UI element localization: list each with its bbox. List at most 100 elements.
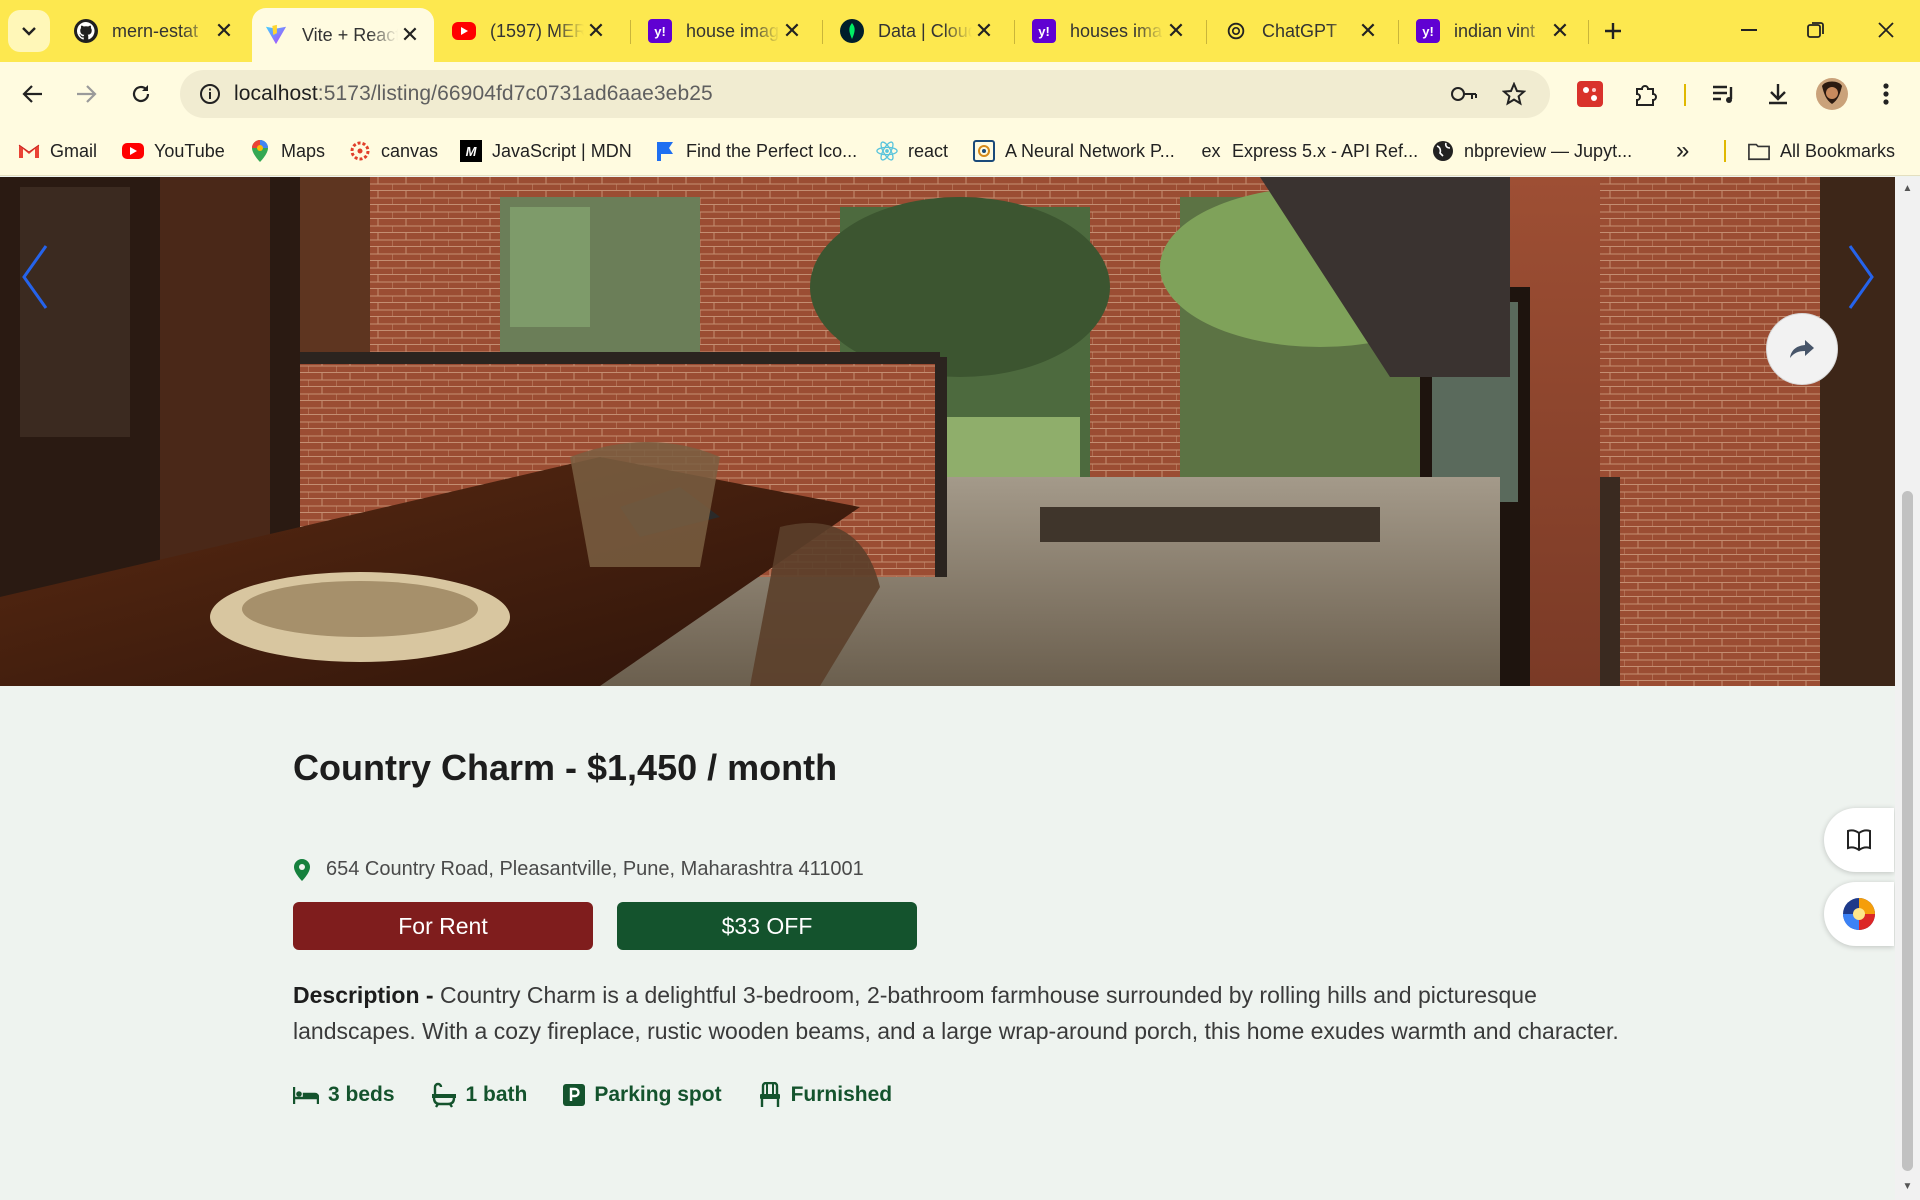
tab-chatgpt[interactable]: ChatGPT ✕ — [1212, 10, 1392, 52]
password-key-icon[interactable] — [1446, 76, 1482, 112]
listing-badges: For Rent $33 OFF — [293, 902, 917, 950]
feature-beds: 3 beds — [293, 1082, 395, 1108]
close-icon[interactable]: ✕ — [972, 18, 996, 43]
bookmarks-overflow-button[interactable]: » — [1676, 136, 1689, 166]
reader-mode-button[interactable] — [1824, 808, 1894, 872]
bookmark-label: nbpreview — Jupyt... — [1464, 140, 1633, 161]
tab-title: Data | Cloud — [878, 20, 972, 41]
tab-title: mern-estat — [112, 20, 199, 41]
bookmark-canvas[interactable]: canvas — [349, 136, 438, 166]
close-icon[interactable]: ✕ — [584, 18, 608, 43]
tab-search-button[interactable] — [8, 10, 50, 52]
close-icon[interactable]: ✕ — [1548, 18, 1572, 43]
kebab-menu-icon[interactable] — [1868, 76, 1904, 112]
chevron-down-icon — [22, 27, 36, 36]
bookmark-star-icon[interactable] — [1496, 76, 1532, 112]
listing-features: 3 beds 1 bath Parking spot Furnished — [293, 1082, 892, 1108]
tab-title: Vite + React — [302, 24, 398, 45]
plus-icon — [1605, 23, 1621, 39]
bookmark-label: Express 5.x - API Ref... — [1232, 140, 1419, 161]
bookmark-label: YouTube — [154, 140, 225, 161]
bookmark-youtube[interactable]: YouTube — [122, 136, 225, 166]
listing-photo — [0, 177, 1895, 686]
close-icon[interactable]: ✕ — [780, 18, 804, 43]
tab-separator — [630, 20, 631, 44]
reload-button[interactable] — [121, 74, 161, 114]
tab-title: house imag — [686, 20, 780, 41]
extensions-puzzle-icon[interactable] — [1628, 76, 1664, 112]
tab-house-images[interactable]: y! house imag ✕ — [636, 10, 816, 52]
tab-title: (1597) MERN — [490, 20, 584, 41]
page-scrollbar[interactable]: ▲ ▼ — [1895, 177, 1920, 1200]
share-icon — [1790, 340, 1814, 358]
close-window-button[interactable] — [1861, 10, 1911, 50]
color-tool-button[interactable] — [1824, 882, 1894, 946]
new-tab-button[interactable] — [1596, 14, 1630, 48]
tab-indian-vintage[interactable]: y! indian vint ✕ — [1404, 10, 1584, 52]
bookmark-express[interactable]: ex Express 5.x - API Ref... — [1200, 136, 1418, 166]
close-icon[interactable]: ✕ — [212, 18, 236, 43]
bookmark-neural-network[interactable]: A Neural Network P... — [973, 136, 1175, 166]
media-control-icon[interactable] — [1706, 76, 1742, 112]
tab-title: houses ima — [1070, 20, 1163, 41]
canvas-icon — [349, 140, 371, 162]
site-info-icon[interactable] — [186, 83, 234, 105]
for-rent-badge: For Rent — [293, 902, 593, 950]
download-icon[interactable] — [1760, 76, 1796, 112]
mdn-icon: M — [460, 140, 482, 162]
share-button[interactable] — [1766, 313, 1838, 385]
neural-icon — [973, 140, 995, 162]
bookmark-label: All Bookmarks — [1780, 140, 1896, 161]
profile-avatar[interactable] — [1814, 76, 1850, 112]
parking-text: Parking spot — [594, 1083, 722, 1106]
tab-mongodb[interactable]: Data | Cloud ✕ — [828, 10, 1008, 52]
youtube-icon — [122, 143, 144, 159]
furnished-text: Furnished — [790, 1083, 893, 1106]
chevron-right-icon — [1848, 245, 1874, 309]
tab-separator — [1398, 20, 1399, 44]
bookmark-maps[interactable]: Maps — [249, 136, 325, 166]
forward-button[interactable] — [66, 74, 106, 114]
tab-youtube[interactable]: (1597) MERN ✕ — [440, 10, 620, 52]
feature-baths: 1 bath — [431, 1082, 528, 1108]
bookmarks-divider — [1724, 140, 1726, 162]
discount-badge: $33 OFF — [617, 902, 917, 950]
scroll-down-icon[interactable]: ▼ — [1901, 1181, 1914, 1194]
tab-github[interactable]: mern-estat ✕ — [62, 10, 248, 52]
bookmark-mdn[interactable]: M JavaScript | MDN — [460, 136, 632, 166]
flag-icon — [654, 140, 676, 162]
tab-title: indian vint — [1454, 20, 1536, 41]
tab-title: ChatGPT — [1262, 20, 1338, 41]
baths-text: 1 bath — [465, 1083, 528, 1106]
bookmark-label: Maps — [281, 140, 326, 161]
bath-icon — [431, 1082, 457, 1108]
tab-strip: mern-estat ✕ Vite + React ✕ (1597) MERN … — [0, 0, 1920, 62]
bookmark-gmail[interactable]: Gmail — [18, 136, 97, 166]
reload-icon — [132, 85, 150, 103]
extension-red-icon[interactable] — [1572, 76, 1608, 112]
url-host: localhost — [234, 82, 318, 105]
close-icon[interactable]: ✕ — [1356, 18, 1380, 43]
yahoo-icon: y! — [648, 19, 672, 43]
close-icon[interactable]: ✕ — [398, 22, 422, 47]
all-bookmarks-button[interactable]: All Bookmarks — [1748, 136, 1895, 166]
listing-image-slider[interactable] — [0, 177, 1895, 686]
bookmark-label: Gmail — [50, 140, 98, 161]
tab-vite-react[interactable]: Vite + React ✕ — [252, 8, 434, 62]
close-icon — [1878, 22, 1894, 38]
slider-prev-button[interactable] — [10, 237, 60, 317]
scroll-up-icon[interactable]: ▲ — [1901, 183, 1914, 196]
listing-address: 654 Country Road, Pleasantville, Pune, M… — [293, 858, 864, 881]
tab-houses-images[interactable]: y! houses ima ✕ — [1020, 10, 1200, 52]
bookmark-nbpreview[interactable]: nbpreview — Jupyt... — [1432, 136, 1632, 166]
parking-icon — [563, 1084, 586, 1106]
scroll-thumb[interactable] — [1902, 491, 1913, 1171]
slider-next-button[interactable] — [1836, 237, 1886, 317]
back-button[interactable] — [13, 74, 53, 114]
bookmark-react[interactable]: react — [876, 136, 948, 166]
minimize-button[interactable] — [1724, 10, 1774, 50]
bookmark-icons[interactable]: Find the Perfect Ico... — [654, 136, 857, 166]
close-icon[interactable]: ✕ — [1164, 18, 1188, 43]
address-bar[interactable]: localhost:5173/listing/66904fd7c0731ad6a… — [180, 70, 1550, 118]
restore-button[interactable] — [1791, 10, 1841, 50]
